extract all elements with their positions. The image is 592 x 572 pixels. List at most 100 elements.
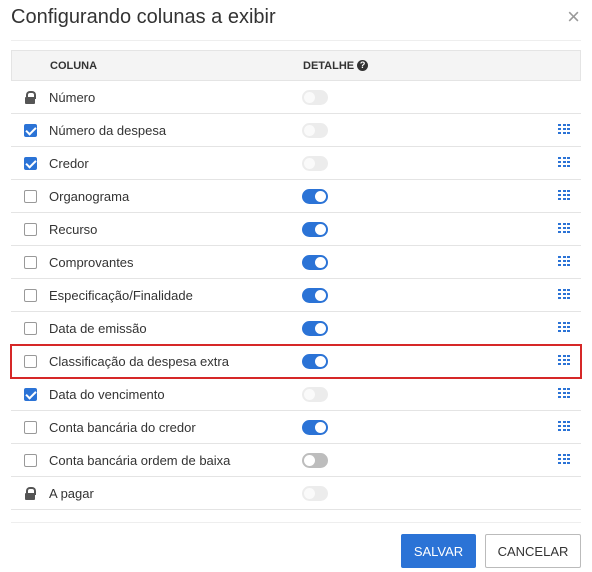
table-row: Credor xyxy=(11,147,581,180)
row-label: Comprovantes xyxy=(49,254,134,270)
columns-table: COLUNA DETALHE ? Número Número da despesa… xyxy=(10,50,582,510)
grid-icon[interactable] xyxy=(558,157,570,167)
cancel-button[interactable]: CANCELAR xyxy=(485,534,581,568)
toggle-knob xyxy=(304,124,315,136)
grid-icon[interactable] xyxy=(558,355,570,365)
row-label: Número da despesa xyxy=(49,122,167,138)
toggle-knob xyxy=(304,157,315,169)
detail-toggle[interactable] xyxy=(302,320,328,336)
table-row: Conta bancária ordem de baixa xyxy=(11,444,581,477)
row-indicator xyxy=(11,453,49,467)
table-row: Data do vencimento xyxy=(11,378,581,411)
detail-toggle[interactable] xyxy=(302,452,328,468)
row-indicator xyxy=(11,420,49,434)
row-label: Conta bancária do credor xyxy=(49,419,196,435)
row-label: Especificação/Finalidade xyxy=(49,287,193,303)
table-row: A pagar xyxy=(11,477,581,510)
grid-icon[interactable] xyxy=(558,289,570,299)
detail-toggle[interactable] xyxy=(302,221,328,237)
row-label: Data de emissão xyxy=(49,320,147,336)
detail-toggle xyxy=(302,122,328,138)
row-label: Recurso xyxy=(49,221,98,237)
toggle-knob xyxy=(315,223,326,235)
row-checkbox[interactable] xyxy=(23,321,37,335)
detail-toggle xyxy=(302,89,328,105)
row-indicator xyxy=(11,288,49,302)
toggle-knob xyxy=(315,355,326,367)
table-row: Especificação/Finalidade xyxy=(11,279,581,312)
detail-toggle[interactable] xyxy=(302,254,328,270)
detail-toggle[interactable] xyxy=(302,353,328,369)
row-label: Organograma xyxy=(49,188,130,204)
table-row: Data de emissão xyxy=(11,312,581,345)
row-label: A pagar xyxy=(49,485,94,501)
toggle-knob xyxy=(315,289,326,301)
row-checkbox[interactable] xyxy=(23,189,37,203)
toggle-knob xyxy=(304,487,315,499)
row-checkbox[interactable] xyxy=(23,222,37,236)
row-checkbox[interactable] xyxy=(23,123,37,137)
detail-toggle xyxy=(302,155,328,171)
footer-divider xyxy=(11,522,581,523)
save-button[interactable]: SALVAR xyxy=(401,534,476,568)
lock-icon xyxy=(25,90,36,104)
detail-header-label: DETALHE xyxy=(303,59,355,72)
row-label: Classificação da despesa extra xyxy=(49,353,229,369)
grid-icon[interactable] xyxy=(558,454,570,464)
row-indicator xyxy=(11,222,49,236)
row-indicator xyxy=(11,189,49,203)
row-indicator xyxy=(11,486,49,500)
table-row: Número xyxy=(11,81,581,114)
toggle-knob xyxy=(304,388,315,400)
grid-icon[interactable] xyxy=(558,388,570,398)
row-label: Data do vencimento xyxy=(49,386,165,402)
table-header: COLUNA DETALHE ? xyxy=(11,50,581,81)
column-config-dialog: Configurando colunas a exibir × COLUNA D… xyxy=(0,0,592,572)
detail-toggle[interactable] xyxy=(302,287,328,303)
toggle-knob xyxy=(304,91,315,103)
toggle-knob xyxy=(315,421,326,433)
row-label: Conta bancária ordem de baixa xyxy=(49,452,231,468)
column-header: COLUNA xyxy=(50,59,98,72)
row-indicator xyxy=(11,90,49,104)
table-row: Organograma xyxy=(11,180,581,213)
toggle-knob xyxy=(315,322,326,334)
row-checkbox[interactable] xyxy=(23,354,37,368)
row-checkbox[interactable] xyxy=(23,255,37,269)
row-checkbox[interactable] xyxy=(23,387,37,401)
table-row: Classificação da despesa extra xyxy=(10,344,582,379)
dialog-title: Configurando colunas a exibir xyxy=(11,6,276,28)
grid-icon[interactable] xyxy=(558,256,570,266)
table-row: Recurso xyxy=(11,213,581,246)
row-indicator xyxy=(11,123,49,137)
row-indicator xyxy=(11,156,49,170)
row-indicator xyxy=(11,321,49,335)
help-icon[interactable]: ? xyxy=(357,60,369,71)
detail-header: DETALHE ? xyxy=(303,59,369,72)
detail-toggle[interactable] xyxy=(302,188,328,204)
detail-toggle xyxy=(302,386,328,402)
table-row: Comprovantes xyxy=(11,246,581,279)
row-checkbox[interactable] xyxy=(23,288,37,302)
grid-icon[interactable] xyxy=(558,190,570,200)
grid-icon[interactable] xyxy=(558,124,570,134)
row-label: Número xyxy=(49,89,96,105)
grid-icon[interactable] xyxy=(558,322,570,332)
row-checkbox[interactable] xyxy=(23,420,37,434)
detail-toggle xyxy=(302,485,328,501)
row-checkbox[interactable] xyxy=(23,453,37,467)
row-checkbox[interactable] xyxy=(23,156,37,170)
close-icon[interactable]: × xyxy=(567,6,580,28)
row-label: Credor xyxy=(49,155,89,171)
detail-toggle[interactable] xyxy=(302,419,328,435)
toggle-knob xyxy=(315,256,326,268)
table-row: Número da despesa xyxy=(11,114,581,147)
lock-icon xyxy=(25,486,36,500)
table-row: Conta bancária do credor xyxy=(11,411,581,444)
grid-icon[interactable] xyxy=(558,421,570,431)
header-divider xyxy=(11,40,581,41)
table-body: Número Número da despesa Credor Organograma… xyxy=(10,81,582,510)
row-indicator xyxy=(11,354,49,368)
grid-icon[interactable] xyxy=(558,223,570,233)
row-indicator xyxy=(11,387,49,401)
